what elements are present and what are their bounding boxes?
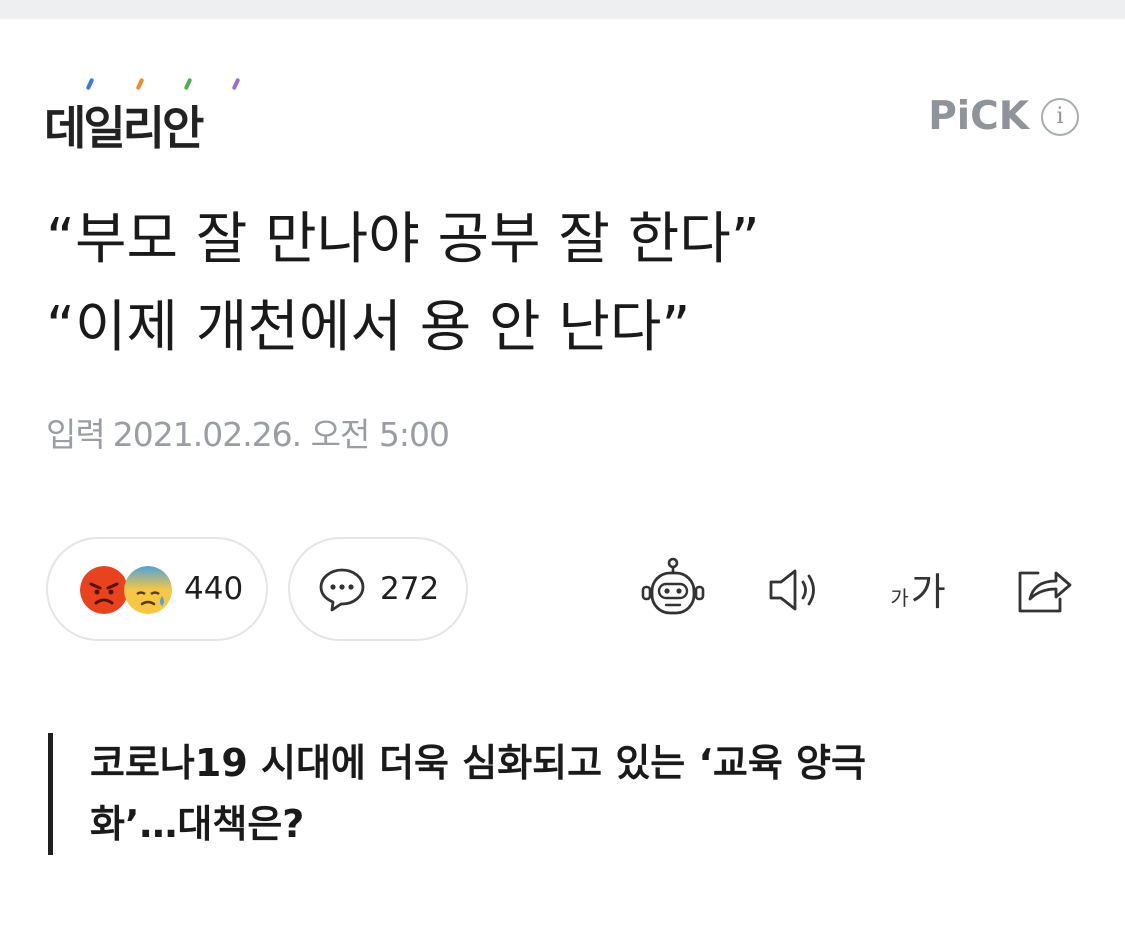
press-logo[interactable]: 데일리안 xyxy=(44,77,264,155)
font-size-button[interactable]: 가 가 xyxy=(880,555,956,625)
robot-icon xyxy=(641,557,705,615)
logo-tick xyxy=(135,77,145,91)
headline-line: “이제 개천에서 용 안 난다” xyxy=(46,295,691,360)
share-button[interactable] xyxy=(1010,555,1076,625)
headline-line: “부모 잘 만나야 공부 잘 한다” xyxy=(46,207,760,272)
status-bar xyxy=(0,0,1125,19)
published-label: 입력 xyxy=(46,415,106,454)
published-info: 입력 2021.02.26. 오전 5:00 xyxy=(46,408,450,456)
text-to-speech-button[interactable] xyxy=(764,555,826,625)
sweat-face-icon xyxy=(124,566,172,614)
logo-tick xyxy=(85,77,95,91)
article-headline: “부모 잘 만나야 공부 잘 한다” “이제 개천에서 용 안 난다” xyxy=(46,196,1086,372)
speaker-icon xyxy=(769,569,815,611)
logo-tick xyxy=(183,77,193,91)
pick-badge[interactable]: PiCK i xyxy=(928,94,1079,139)
press-logo-text: 데일리안 xyxy=(44,101,204,155)
article-subtitle: 코로나19 시대에 더욱 심화되고 있는 ‘교육 양극 화’…대책은? xyxy=(48,733,1028,855)
subtitle-line: 화’…대책은? xyxy=(90,802,305,846)
summary-bot-button[interactable] xyxy=(638,555,708,625)
reactions-count: 440 xyxy=(184,571,244,607)
logo-tick xyxy=(231,77,241,91)
comments-button[interactable]: 272 xyxy=(288,537,468,641)
subtitle-line: 코로나19 시대에 더욱 심화되고 있는 ‘교육 양극 xyxy=(90,741,866,785)
angry-face-icon xyxy=(80,566,128,614)
pick-label: PiCK xyxy=(928,94,1029,139)
font-size-small-label: 가 xyxy=(890,586,909,610)
share-icon xyxy=(1018,571,1072,613)
comment-bubble-icon xyxy=(319,568,365,612)
comments-count: 272 xyxy=(380,571,440,607)
font-size-large-label: 가 xyxy=(910,570,946,614)
published-datetime: 2021.02.26. 오전 5:00 xyxy=(112,415,450,454)
reactions-button[interactable]: 440 xyxy=(46,537,268,641)
info-icon[interactable]: i xyxy=(1041,97,1079,136)
